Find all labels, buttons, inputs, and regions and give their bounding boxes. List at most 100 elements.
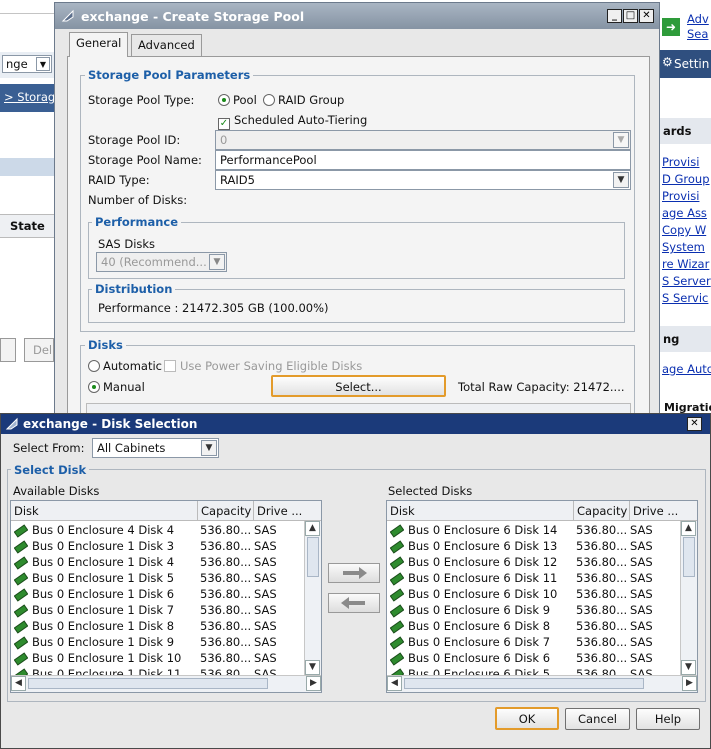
disk-capacity: 536.80... [576, 603, 628, 617]
bg-link-right[interactable]: System [662, 240, 705, 254]
table-row[interactable]: Bus 0 Enclosure 1 Disk 5 536.80... SAS [11, 571, 306, 587]
disk-capacity: 536.80... [576, 571, 628, 585]
select-from-dropdown[interactable]: All Cabinets ▼ [92, 438, 219, 458]
table-row[interactable]: Bus 0 Enclosure 1 Disk 7 536.80... SAS [11, 603, 306, 619]
table-row[interactable]: Bus 0 Enclosure 6 Disk 9 536.80... SAS [387, 603, 682, 619]
selected-disks-list[interactable]: Disk Capacity Drive ... Bus 0 Enclosure 6 D… [386, 500, 698, 693]
ok-button[interactable]: OK [495, 707, 559, 730]
pool-radio[interactable]: Pool [218, 93, 257, 107]
table-row[interactable]: Bus 0 Enclosure 6 Disk 10 536.80... SAS [387, 587, 682, 603]
scroll-thumb[interactable] [683, 537, 695, 577]
column-header[interactable]: Capacity [574, 501, 630, 521]
table-row[interactable]: Bus 0 Enclosure 1 Disk 4 536.80... SAS [11, 555, 306, 571]
bg-link-right[interactable]: S Servic [662, 291, 708, 305]
bg-link-right[interactable]: age Ass [662, 206, 707, 220]
table-row[interactable]: Bus 0 Enclosure 1 Disk 10 536.80... SAS [11, 651, 306, 667]
column-header[interactable]: Disk [387, 501, 574, 521]
app-logo-icon [61, 9, 74, 22]
pool-radio-label: Pool [233, 93, 257, 107]
table-row[interactable]: Bus 0 Enclosure 6 Disk 8 536.80... SAS [387, 619, 682, 635]
scroll-up-icon[interactable]: ▲ [681, 521, 696, 536]
bg-link-right[interactable]: re Wizar [662, 257, 709, 271]
scroll-right-icon[interactable]: ▶ [306, 676, 321, 691]
table-row[interactable]: Bus 0 Enclosure 6 Disk 13 536.80... SAS [387, 539, 682, 555]
table-row[interactable]: Bus 0 Enclosure 6 Disk 6 536.80... SAS [387, 651, 682, 667]
help-button[interactable]: Help [636, 708, 700, 730]
close-button[interactable]: ✕ [639, 9, 654, 23]
scroll-thumb[interactable] [28, 678, 268, 689]
table-row[interactable]: Bus 0 Enclosure 1 Disk 6 536.80... SAS [11, 587, 306, 603]
pool-dialog-titlebar[interactable]: exchange - Create Storage Pool _ □ ✕ [55, 3, 659, 29]
bg-del-button[interactable]: Del [24, 338, 54, 362]
bg-link-adv[interactable]: Adv [687, 12, 709, 26]
pool-name-input[interactable]: PerformancePool [215, 150, 631, 170]
table-row[interactable]: Bus 0 Enclosure 1 Disk 8 536.80... SAS [11, 619, 306, 635]
table-row[interactable]: Bus 0 Enclosure 6 Disk 12 536.80... SAS [387, 555, 682, 571]
chevron-down-icon: ▼ [613, 172, 629, 188]
column-header[interactable]: Capacity [198, 501, 254, 521]
table-row[interactable]: Bus 0 Enclosure 1 Disk 3 536.80... SAS [11, 539, 306, 555]
drive-type: SAS [630, 571, 653, 585]
bg-link-age-auto[interactable]: age Auto [662, 362, 711, 376]
scroll-down-icon[interactable]: ▼ [681, 660, 696, 675]
disk-drive-icon [390, 540, 404, 554]
maximize-button[interactable]: □ [623, 9, 638, 23]
app-logo-icon [5, 417, 18, 430]
power-saving-checkbox[interactable]: Use Power Saving Eligible Disks [164, 359, 362, 373]
disk-name: Bus 0 Enclosure 6 Disk 10 [408, 587, 558, 601]
raid-type-dropdown[interactable]: RAID5 ▼ [215, 170, 631, 190]
tab-general[interactable]: General [69, 32, 129, 57]
bg-link-right[interactable]: D Group [662, 172, 710, 186]
select-disks-button[interactable]: Select... [271, 375, 446, 397]
cancel-button[interactable]: Cancel [565, 708, 630, 730]
bg-link-right[interactable]: Copy W [662, 223, 706, 237]
minimize-button[interactable]: _ [607, 9, 622, 23]
bg-link-right[interactable]: Provisi [662, 155, 699, 169]
vertical-scrollbar[interactable]: ▲ ▼ [680, 521, 697, 675]
pool-id-dropdown[interactable]: 0 ▼ [215, 130, 631, 150]
vertical-scrollbar[interactable]: ▲ ▼ [304, 521, 321, 675]
sas-disks-dropdown[interactable]: 40 (Recommend... ▼ [96, 252, 227, 272]
tab-advanced[interactable]: Advanced [131, 34, 202, 56]
close-button[interactable]: ✕ [687, 417, 702, 431]
chevron-down-icon: ▼ [613, 132, 629, 148]
horizontal-scrollbar[interactable]: ◀ ▶ [11, 675, 321, 692]
arrow-left-icon [341, 597, 365, 609]
column-header[interactable]: Drive ... [630, 501, 697, 521]
scroll-right-icon[interactable]: ▶ [682, 676, 697, 691]
bg-button[interactable] [0, 338, 16, 362]
bg-breadcrumb[interactable]: > Storag [4, 90, 55, 104]
table-row[interactable]: Bus 0 Enclosure 6 Disk 11 536.80... SAS [387, 571, 682, 587]
bg-link-right[interactable]: Provisi [662, 189, 699, 203]
scroll-left-icon[interactable]: ◀ [387, 676, 402, 691]
table-row[interactable]: Bus 0 Enclosure 1 Disk 9 536.80... SAS [11, 635, 306, 651]
scroll-up-icon[interactable]: ▲ [305, 521, 320, 536]
disk-name: Bus 0 Enclosure 1 Disk 3 [32, 539, 175, 553]
column-header[interactable]: Drive ... [254, 501, 321, 521]
id-label: Storage Pool ID: [88, 133, 181, 147]
scroll-thumb[interactable] [307, 537, 319, 577]
raid-group-radio[interactable]: RAID Group [263, 93, 344, 107]
disk-name: Bus 0 Enclosure 6 Disk 11 [408, 571, 558, 585]
bg-combo[interactable]: nge ▼ [2, 55, 52, 73]
bg-settings[interactable]: Settin [674, 57, 709, 71]
manual-radio[interactable]: Manual [88, 380, 145, 394]
scroll-down-icon[interactable]: ▼ [305, 660, 320, 675]
automatic-radio[interactable]: Automatic [88, 359, 162, 373]
available-disks-list[interactable]: Disk Capacity Drive ... Bus 0 Enclosure 4 D… [10, 500, 322, 693]
scroll-left-icon[interactable]: ◀ [11, 676, 26, 691]
disk-dialog-titlebar[interactable]: exchange - Disk Selection ✕ [1, 414, 710, 434]
horizontal-scrollbar[interactable]: ◀ ▶ [387, 675, 697, 692]
bg-link-right[interactable]: S Server [662, 274, 711, 288]
table-row[interactable]: Bus 0 Enclosure 4 Disk 4 536.80... SAS [11, 523, 306, 539]
disk-capacity: 536.80... [200, 555, 252, 569]
remove-disk-button[interactable] [328, 593, 380, 613]
scroll-thumb[interactable] [404, 678, 644, 689]
table-row[interactable]: Bus 0 Enclosure 6 Disk 7 536.80... SAS [387, 635, 682, 651]
column-header[interactable]: Disk [11, 501, 198, 521]
bg-link-search[interactable]: Sea [687, 27, 708, 41]
auto-tiering-checkbox[interactable]: ✓ Scheduled Auto-Tiering [218, 113, 367, 130]
disk-name: Bus 0 Enclosure 6 Disk 12 [408, 555, 558, 569]
table-row[interactable]: Bus 0 Enclosure 6 Disk 14 536.80... SAS [387, 523, 682, 539]
add-disk-button[interactable] [328, 563, 380, 583]
